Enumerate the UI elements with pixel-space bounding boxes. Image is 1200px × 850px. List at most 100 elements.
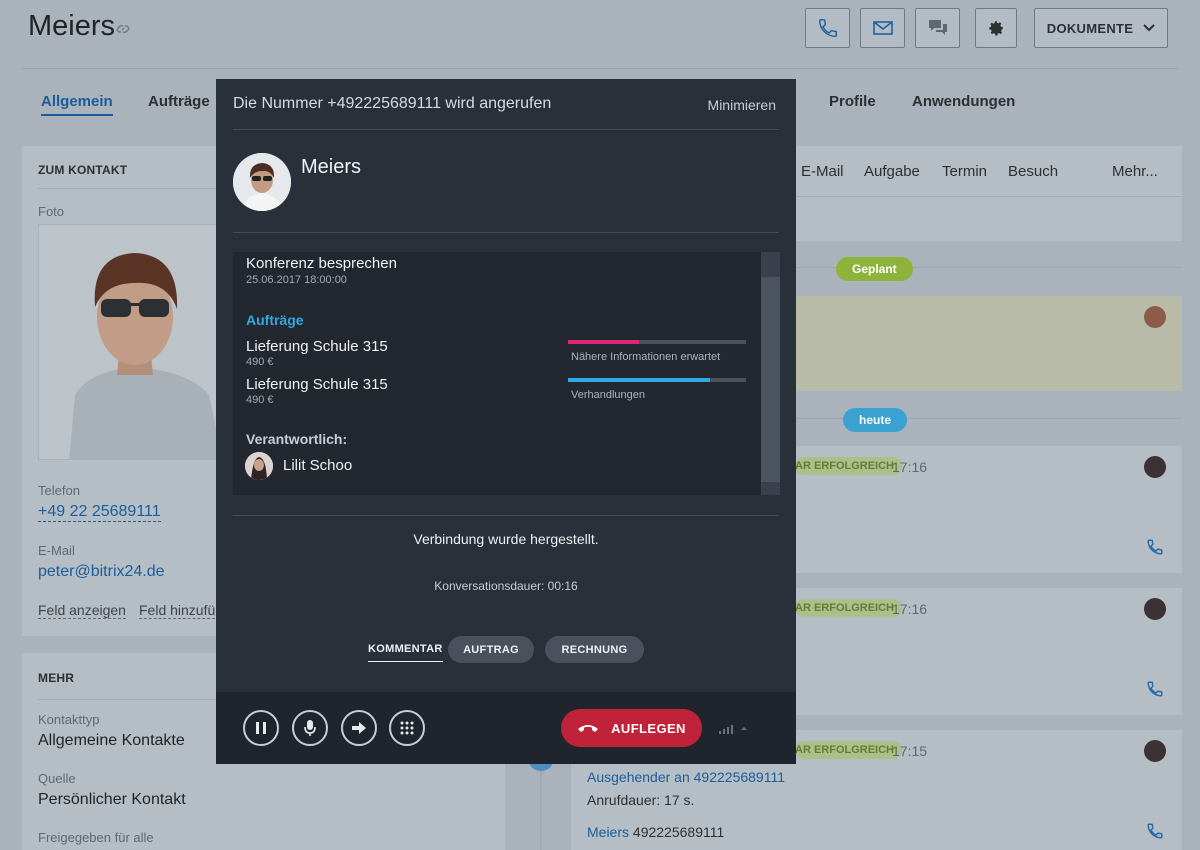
stage-progress xyxy=(568,378,746,382)
avatar xyxy=(1144,740,1166,762)
event-title: Konferenz besprechen xyxy=(246,255,397,272)
shared-label: Freigegeben für alle xyxy=(38,830,154,845)
mute-button[interactable] xyxy=(292,710,328,746)
activity-tab-task[interactable]: Aufgabe xyxy=(864,163,920,180)
signal-quality[interactable] xyxy=(719,722,749,740)
documents-button[interactable]: DOKUMENTE xyxy=(1034,8,1168,48)
more-card-title: MEHR xyxy=(38,671,75,685)
phone-link[interactable]: +49 22 25689111 xyxy=(38,503,161,522)
phone-icon[interactable] xyxy=(1146,680,1164,698)
responsible-heading: Verantwortlich: xyxy=(246,431,348,447)
gear-icon xyxy=(989,21,1003,36)
source-label: Quelle xyxy=(38,771,76,786)
contact-photo[interactable] xyxy=(38,224,222,460)
signal-icon xyxy=(719,725,747,734)
hangup-button[interactable]: AUFLEGEN xyxy=(561,709,702,747)
divider xyxy=(233,129,779,130)
avatar xyxy=(1144,598,1166,620)
person-avatar xyxy=(245,452,273,480)
hangup-label: AUFLEGEN xyxy=(611,720,686,736)
order-name[interactable]: Lieferung Schule 315 xyxy=(246,376,388,393)
contact-card: ZUM KONTAKT Foto Telefon +49 22 25689111… xyxy=(22,146,222,636)
contact-type-value: Allgemeine Kontakte xyxy=(38,732,185,749)
chat-button[interactable] xyxy=(915,8,960,48)
email-link[interactable]: peter@bitrix24.de xyxy=(38,563,165,581)
phone-icon[interactable] xyxy=(1146,822,1164,840)
tab-allgemein[interactable]: Allgemein xyxy=(41,93,113,116)
phone-icon[interactable] xyxy=(1146,538,1164,556)
responsible-avatar xyxy=(245,452,273,480)
call-direction-link[interactable]: Ausgehender an 492225689111 xyxy=(587,769,785,785)
scrollbar-thumb[interactable] xyxy=(761,277,780,482)
stage-label: Nähere Informationen erwartet xyxy=(571,351,721,363)
time: 17:16 xyxy=(892,459,928,475)
chat-icon xyxy=(928,20,947,35)
scrollbar[interactable] xyxy=(761,252,780,495)
header-divider xyxy=(22,68,1178,69)
tab-profile[interactable]: Profile xyxy=(829,93,876,110)
time: 17:16 xyxy=(892,601,928,617)
activity-tab-meeting[interactable]: Termin xyxy=(942,163,987,180)
transfer-button[interactable] xyxy=(341,710,377,746)
activity-tab-email[interactable]: E-Mail xyxy=(801,163,844,180)
call-controls: AUFLEGEN xyxy=(216,692,796,764)
stage-progress xyxy=(568,340,746,344)
email-label: E-Mail xyxy=(38,543,75,558)
call-contact-line: Meiers 492225689111 xyxy=(587,824,724,840)
divider xyxy=(233,515,779,516)
stage-label: Verhandlungen xyxy=(571,389,646,401)
tab-invoice[interactable]: RECHNUNG xyxy=(545,636,644,663)
email-button[interactable] xyxy=(860,8,905,48)
photo-label: Foto xyxy=(38,204,65,219)
contact-name: Meiers xyxy=(301,156,362,178)
contact-type-label: Kontakttyp xyxy=(38,712,100,727)
timeline-item: AR ERFOLGREICH 17:16 xyxy=(795,588,1182,715)
divider xyxy=(233,232,779,233)
stage-progress-fill xyxy=(568,378,711,382)
tab-anwendungen[interactable]: Anwendungen xyxy=(912,93,1015,110)
responsible-name[interactable]: Lilit Schoo xyxy=(283,457,352,474)
avatar xyxy=(1144,306,1166,328)
tab-auftraege[interactable]: Aufträge xyxy=(148,93,210,110)
divider xyxy=(38,188,222,189)
phone-icon xyxy=(818,19,837,37)
planned-badge: Geplant xyxy=(836,257,913,281)
call-title: Die Nummer +492225689111 wird angerufen xyxy=(233,95,552,112)
stage-progress-fill xyxy=(568,340,640,344)
link-icon[interactable] xyxy=(116,22,130,36)
order-amount: 490 € xyxy=(246,356,274,368)
settings-button[interactable] xyxy=(975,8,1017,48)
activity-tab-more[interactable]: Mehr... xyxy=(1112,163,1158,180)
contact-number: 492225689111 xyxy=(632,824,725,840)
chevron-down-icon xyxy=(1143,24,1155,32)
show-field-link[interactable]: Feld anzeigen xyxy=(38,602,126,619)
today-badge: heute xyxy=(843,408,908,432)
tab-order[interactable]: AUFTRAG xyxy=(448,636,534,663)
arrow-right-icon xyxy=(352,722,366,734)
documents-label: DOKUMENTE xyxy=(1046,20,1134,36)
source-value: Persönlicher Kontakt xyxy=(38,791,186,808)
add-field-link[interactable]: Feld hinzufü xyxy=(139,602,216,619)
keypad-button[interactable] xyxy=(389,710,425,746)
call-duration: Anrufdauer: 17 s. xyxy=(587,792,695,808)
status-badge: AR ERFOLGREICH xyxy=(795,457,902,475)
minimize-button[interactable]: Minimieren xyxy=(708,97,776,113)
pause-icon xyxy=(256,722,266,734)
activity-editor: E-Mail Aufgabe Termin Besuch Mehr... xyxy=(795,146,1182,241)
contact-link[interactable]: Meiers xyxy=(587,824,629,840)
activity-tab-visit[interactable]: Besuch xyxy=(1008,163,1058,180)
tab-comment[interactable]: KOMMENTAR xyxy=(368,643,443,662)
envelope-icon xyxy=(872,21,893,35)
orders-heading: Aufträge xyxy=(246,312,304,328)
divider xyxy=(795,196,1182,197)
hangup-phone-icon xyxy=(578,725,599,732)
call-duration-timer: Konversationsdauer: 00:16 xyxy=(434,579,578,593)
order-name[interactable]: Lieferung Schule 315 xyxy=(246,338,388,355)
planned-card xyxy=(795,296,1182,391)
connection-status: Verbindung wurde hergestellt. xyxy=(413,531,599,547)
microphone-icon xyxy=(304,720,316,736)
call-button[interactable] xyxy=(805,8,850,48)
hold-button[interactable] xyxy=(243,710,279,746)
crm-info-panel: Konferenz besprechen 25.06.2017 18:00:00… xyxy=(233,252,780,495)
order-amount: 490 € xyxy=(246,394,274,406)
